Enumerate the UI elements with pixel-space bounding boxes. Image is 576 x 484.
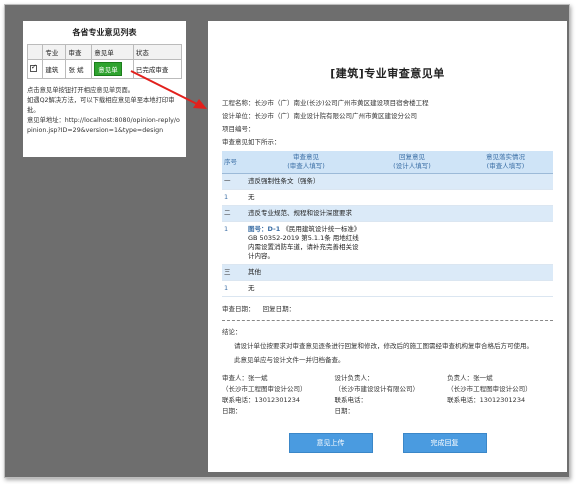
reviewer-date: 日期： [222, 407, 242, 415]
section-row-2: 二 违反专业规范、规程和设计深度要求 [222, 205, 553, 222]
url-line: 意见单地址：http://localhost:8080/opinion-repl… [27, 116, 182, 136]
screenshot-frame: 各省专业意见列表 专业 审查 意见单 状态 建筑 张 斌 意见单 已完成审查 点… [4, 4, 570, 478]
table-row: 1 图号：D-1 《民用建筑设计统一标准》GB 50352-2019 第5.1.… [222, 221, 553, 265]
th-reply: 回复意见 (设计人填写) [366, 151, 458, 174]
project-name: 工程名称：长沙市（广）南业(长沙)公司广州市黄区建设项目宿舍楼工程 [222, 99, 429, 107]
reply-cell[interactable] [366, 189, 458, 206]
opinion-table-header: 序号 审查意见 (审查人填写) 回复意见 (设计人填写) 意见落实情况 (审查人… [222, 151, 553, 174]
designer-title: 设计负责人： [334, 374, 374, 382]
review-date-label: 审查日期： [222, 305, 255, 313]
table-header-row: 专业 审查 意见单 状态 [26, 44, 183, 60]
dates-line: 审查日期： 回复日期： [222, 303, 553, 316]
header-reviewer: 审查 [65, 44, 93, 60]
row-index: 1 [222, 280, 246, 297]
intro-text: 审查意见如下所示： [222, 138, 281, 146]
designer-phone: 联系电话： [334, 396, 368, 404]
reply-cell[interactable] [366, 221, 458, 265]
section-label: 其他 [246, 264, 553, 281]
panel-title: 各省专业意见列表 [72, 28, 137, 37]
item-number: 项目编号： [222, 125, 255, 133]
reviewer-title: 审查人：张一斌 [222, 374, 268, 382]
reviewer-signature: 审查人：张一斌 （长沙市工程图审设计公司） 联系电话：13012301234 日… [222, 373, 328, 417]
table-row: 1 无 [222, 280, 553, 297]
designer-date: 日期： [334, 407, 355, 415]
document-meta: 工程名称：长沙市（广）南业(长沙)公司广州市黄区建设项目宿舍楼工程 设计单位：长… [222, 97, 553, 149]
section-row-3: 三 其他 [222, 264, 553, 281]
header-opinion: 意见单 [91, 44, 134, 60]
opinion-button[interactable]: 意见单 [94, 62, 122, 76]
section-label: 违反专业规范、规程和设计深度要求 [246, 205, 553, 222]
designer-org: （长沙市建设设计有限公司） [334, 385, 420, 393]
upload-opinion-button[interactable]: 意见上传 [288, 433, 373, 453]
implementation-cell[interactable] [457, 280, 553, 297]
reviewer-phone: 联系电话：13012301234 [222, 396, 300, 404]
drawing-link[interactable]: 图号：D-1 [248, 225, 280, 233]
design-unit: 设计单位：长沙市（广）南业设计院有限公司广州市黄区建设分公司 [222, 112, 417, 120]
complete-reply-button[interactable]: 完成回复 [402, 433, 487, 453]
row-opinion-cell: 意见单 [91, 59, 134, 79]
row-text: 无 [246, 189, 366, 206]
table-row: 1 无 [222, 189, 553, 206]
chief-title: 负责人：张一斌 [447, 374, 493, 382]
th-implementation: 意见落实情况 (审查人填写) [457, 151, 553, 174]
header-status: 状态 [132, 44, 183, 60]
row-text-cell: 图号：D-1 《民用建筑设计统一标准》GB 50352-2019 第5.1.1条… [246, 221, 366, 265]
url-label: 意见单地址： [27, 117, 65, 124]
header-check [26, 44, 44, 60]
reply-date-label: 回复日期： [262, 305, 296, 313]
action-buttons: 意见上传 完成回复 [222, 433, 553, 453]
chief-org: （长沙市工程图审设计公司） [447, 385, 532, 393]
reply-cell[interactable] [366, 280, 458, 297]
divider [222, 320, 553, 321]
section-number: 三 [222, 264, 246, 281]
row-index: 1 [222, 221, 246, 265]
row-major: 建筑 [42, 59, 67, 79]
row-reviewer: 张 斌 [65, 59, 93, 79]
th-index: 序号 [222, 151, 246, 174]
reviewer-org: （长沙市工程图审设计公司） [222, 385, 307, 393]
chief-phone: 联系电话：13012301234 [447, 396, 526, 404]
signature-block: 审查人：张一斌 （长沙市工程图审设计公司） 联系电话：13012301234 日… [222, 373, 553, 417]
document-title: [建筑]专业审查意见单 [330, 67, 445, 80]
th-review: 审查意见 (审查人填写) [246, 151, 366, 174]
opinion-document: [建筑]专业审查意见单 工程名称：长沙市（广）南业(长沙)公司广州市黄区建设项目… [208, 21, 567, 472]
designer-signature: 设计负责人： （长沙市建设设计有限公司） 联系电话： 日期： [335, 373, 441, 417]
implementation-cell[interactable] [457, 189, 553, 206]
row-index: 1 [222, 189, 246, 206]
section-number: 一 [222, 173, 246, 190]
row-checkbox[interactable] [26, 59, 44, 79]
section-label: 违反强制性条文（强条） [246, 173, 553, 190]
section-row-1: 一 违反强制性条文（强条） [222, 173, 553, 190]
arrow-icon [130, 70, 207, 109]
conclusion-para-1: 请设计单位按要求对审查意见逐条进行回复和修改，修改后的施工图需经审查机构复审合格… [234, 342, 533, 350]
implementation-cell[interactable] [457, 221, 553, 265]
section-number: 二 [222, 205, 246, 222]
checkbox-icon[interactable] [30, 63, 37, 72]
header-major: 专业 [42, 44, 67, 60]
chief-signature: 负责人：张一斌 （长沙市工程图审设计公司） 联系电话：13012301234 [447, 373, 553, 417]
opinion-table: 序号 审查意见 (审查人填写) 回复意见 (设计人填写) 意见落实情况 (审查人… [222, 151, 553, 297]
conclusion-label: 结论： [222, 328, 242, 336]
conclusion-para-2: 此意见单应与设计文件一并归档备查。 [234, 356, 345, 364]
row-text: 无 [246, 280, 366, 297]
